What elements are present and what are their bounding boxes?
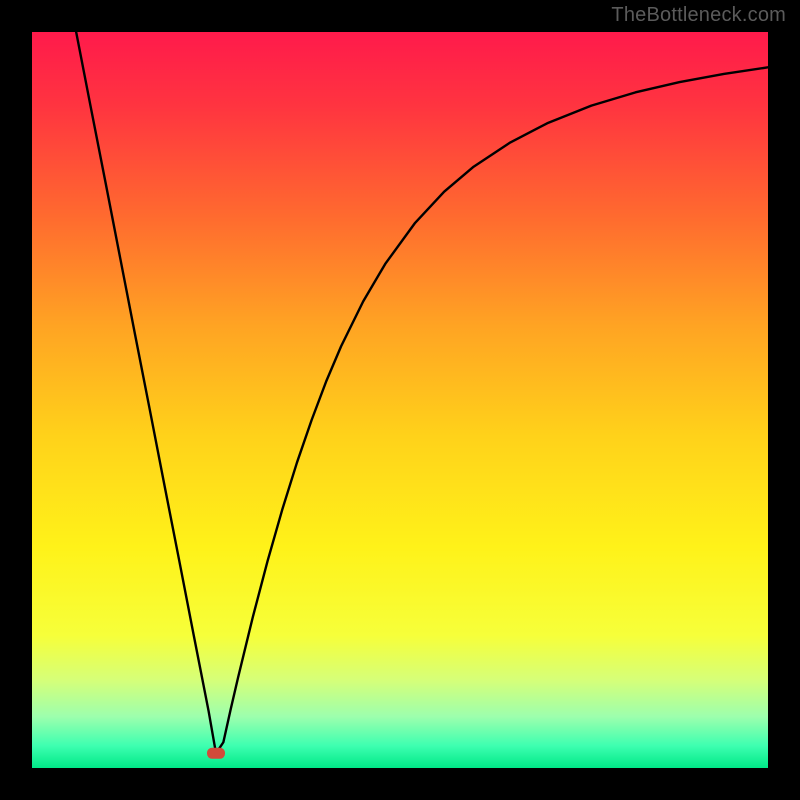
chart-frame xyxy=(32,32,768,768)
gradient-background xyxy=(32,32,768,768)
optimal-marker xyxy=(207,748,225,759)
watermark-text: TheBottleneck.com xyxy=(611,4,786,27)
bottleneck-chart xyxy=(32,32,768,768)
